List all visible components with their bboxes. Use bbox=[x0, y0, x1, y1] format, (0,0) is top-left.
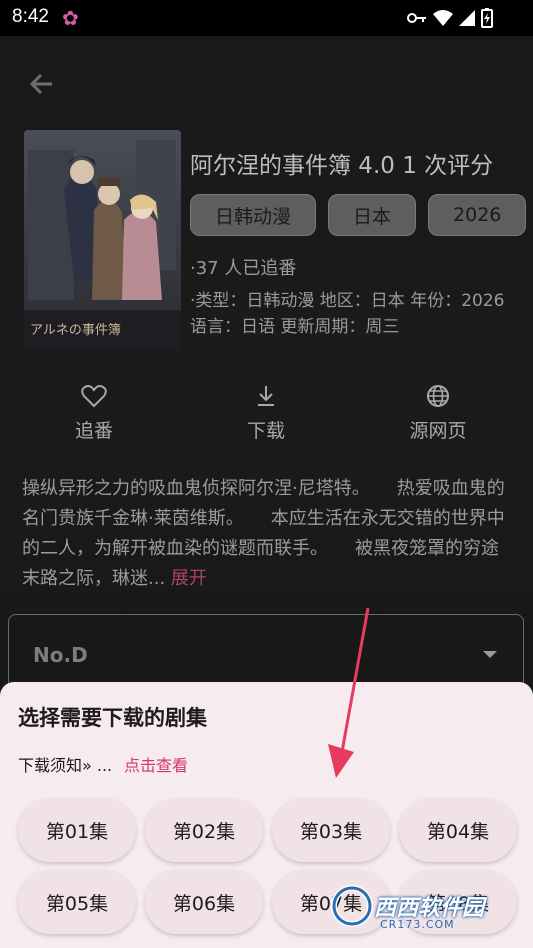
source-selected-value: No.D bbox=[33, 643, 88, 667]
source-page-label: 源网页 bbox=[409, 420, 467, 442]
status-bar: 8:42 ✿ bbox=[0, 0, 533, 36]
status-icons bbox=[407, 8, 493, 28]
synopsis: 操纵异形之力的吸血鬼侦探阿尔涅·尼塔特。 热爱吸血鬼的名门贵族千金琳·莱茵维斯。… bbox=[22, 474, 512, 594]
download-button[interactable]: 下载 bbox=[206, 380, 326, 443]
heart-icon bbox=[81, 385, 107, 408]
episode-button[interactable]: 第03集 bbox=[272, 798, 390, 862]
back-button[interactable] bbox=[26, 68, 58, 100]
episode-button[interactable]: 第02集 bbox=[145, 798, 263, 862]
tag-list: 日韩动漫 日本 2026 bbox=[190, 194, 527, 236]
action-bar: 追番 下载 源网页 bbox=[0, 380, 533, 450]
battery-icon bbox=[481, 8, 493, 28]
meta-info: ·类型：日韩动漫 地区：日本 年份：2026 语言：日语 更新周期：周三 bbox=[190, 291, 505, 337]
notice-view-link[interactable]: 点击查看 bbox=[124, 752, 188, 776]
app-notification-icon: ✿ bbox=[62, 6, 79, 30]
tag-year[interactable]: 2026 bbox=[428, 194, 527, 236]
episode-button[interactable]: 第01集 bbox=[18, 798, 136, 862]
watermark-subtext: CR173.COM bbox=[380, 918, 455, 931]
signal-icon bbox=[459, 10, 475, 26]
synopsis-text: 操纵异形之力的吸血鬼侦探阿尔涅·尼塔特。 热爱吸血鬼的名门贵族千金琳·莱茵维斯。… bbox=[22, 478, 505, 589]
episode-button[interactable]: 第04集 bbox=[399, 798, 517, 862]
arrow-left-icon bbox=[29, 73, 52, 95]
chevron-down-icon bbox=[483, 651, 497, 658]
poster-art: アルネの事件簿 bbox=[24, 130, 181, 350]
sheet-title: 选择需要下载的剧集 bbox=[18, 706, 207, 730]
watermark-icon bbox=[331, 885, 373, 927]
poster-logo-text: アルネの事件簿 bbox=[30, 323, 121, 338]
wifi-icon bbox=[433, 10, 453, 26]
source-page-button[interactable]: 源网页 bbox=[378, 380, 498, 443]
follow-button[interactable]: 追番 bbox=[34, 380, 154, 443]
download-icon bbox=[258, 386, 274, 406]
globe-icon bbox=[427, 385, 449, 407]
key-icon bbox=[407, 13, 426, 23]
tag-category[interactable]: 日韩动漫 bbox=[190, 194, 317, 236]
episode-button[interactable]: 第06集 bbox=[145, 870, 263, 934]
status-time: 8:42 bbox=[12, 6, 49, 27]
download-notice: 下载须知» ... bbox=[18, 756, 113, 775]
follower-count: ·37 人已追番 bbox=[190, 258, 297, 279]
episode-button[interactable]: 第05集 bbox=[18, 870, 136, 934]
poster-image[interactable]: アルネの事件簿 bbox=[24, 130, 181, 350]
expand-link[interactable]: 展开 bbox=[171, 568, 207, 589]
tag-region[interactable]: 日本 bbox=[328, 194, 417, 236]
page-title: 阿尔涅的事件簿 4.0 1 次评分 bbox=[190, 153, 494, 179]
follow-label: 追番 bbox=[74, 420, 113, 442]
watermark-logo: 西西软件园 CR173.COM bbox=[330, 884, 520, 938]
download-label: 下载 bbox=[246, 420, 285, 442]
